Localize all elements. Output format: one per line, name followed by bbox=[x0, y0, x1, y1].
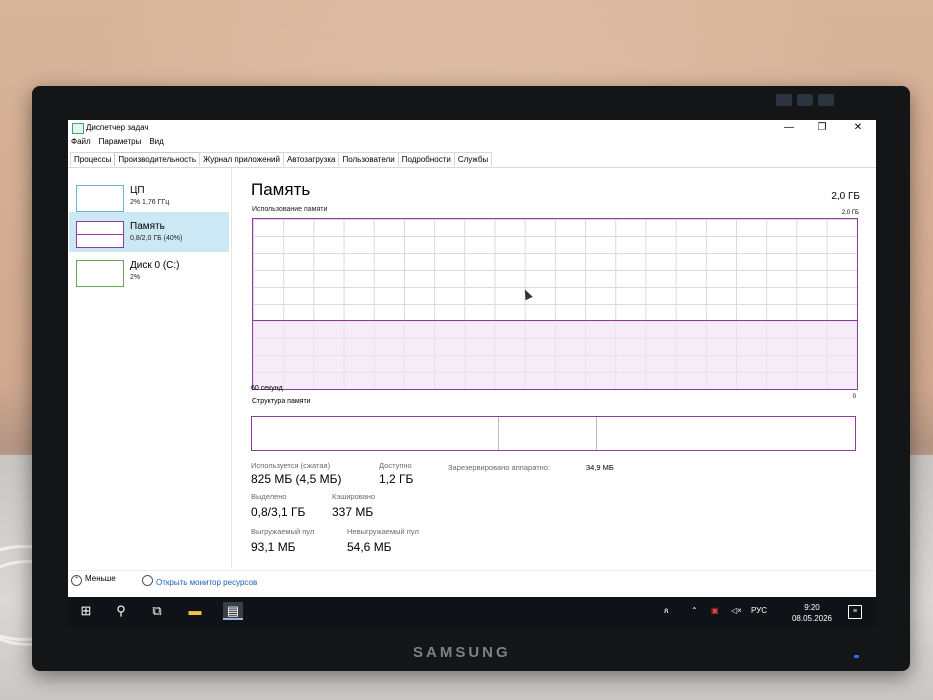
minimize-button[interactable]: — bbox=[776, 122, 802, 133]
tab-users[interactable]: Пользователи bbox=[338, 152, 399, 166]
memory-structure-label: Структура памяти bbox=[252, 398, 311, 405]
committed-value: 0,8/3,1 ГБ bbox=[251, 505, 306, 519]
title-bar: Диспетчер задач — ❐ ✕ bbox=[68, 120, 876, 136]
fewer-details-button[interactable]: ⌃ Меньше bbox=[71, 574, 116, 586]
chevron-up-icon: ⌃ bbox=[71, 575, 82, 586]
paged-pool-label: Выгружаемый пул bbox=[251, 527, 315, 536]
time-span-label: 60 секунд bbox=[251, 385, 283, 392]
hardware-reserved-value: 34,9 МБ bbox=[586, 463, 614, 472]
structure-segment-free bbox=[597, 417, 855, 450]
power-led bbox=[854, 655, 859, 658]
system-clock[interactable]: 9:20 08.05.2026 bbox=[792, 602, 832, 624]
tab-services[interactable]: Службы bbox=[453, 152, 493, 166]
resource-detail: 0,8/2,0 ГБ (40%) bbox=[130, 235, 183, 242]
structure-segment-standby bbox=[499, 417, 597, 450]
memory-usage-graph bbox=[252, 218, 858, 390]
menu-options[interactable]: Параметры bbox=[99, 137, 142, 149]
resource-detail: 2% bbox=[130, 274, 141, 281]
screen: Диспетчер задач — ❐ ✕ Файл Параметры Вид… bbox=[68, 120, 876, 626]
tab-processes[interactable]: Процессы bbox=[70, 152, 116, 166]
people-icon[interactable]: ጸ bbox=[664, 606, 669, 616]
resource-monitor-icon bbox=[142, 575, 153, 586]
tab-performance[interactable]: Производительность bbox=[114, 152, 200, 166]
memory-usage-label: Использование памяти bbox=[252, 206, 328, 213]
close-button[interactable]: ✕ bbox=[845, 122, 871, 133]
task-manager-icon bbox=[72, 123, 84, 134]
memory-sparkline bbox=[76, 221, 124, 248]
resource-item-cpu[interactable]: ЦП 2% 1,76 ГГц bbox=[69, 176, 229, 216]
action-center-icon[interactable]: ≡ bbox=[848, 605, 862, 619]
structure-segment-in-use bbox=[252, 417, 500, 450]
tab-app-history[interactable]: Журнал приложений bbox=[199, 152, 284, 166]
in-use-value: 825 МБ (4,5 МБ) bbox=[251, 472, 342, 486]
hardware-reserved-label: Зарезервировано аппаратно: bbox=[448, 463, 551, 472]
disk-sparkline bbox=[76, 260, 124, 287]
resource-item-disk[interactable]: Диск 0 (C:) 2% bbox=[69, 251, 229, 291]
cached-label: Кэшировано bbox=[332, 492, 376, 501]
menu-file[interactable]: Файл bbox=[71, 137, 91, 149]
cpu-sparkline bbox=[76, 185, 124, 212]
taskbar: ⊞ ⚲ ⧉ ▬ ▤ ጸ ⌃ ▣ ◁× РУС 9:20 08.05.2026 ≡ bbox=[68, 597, 876, 626]
memory-composition-bar bbox=[251, 416, 856, 451]
resource-name: Память bbox=[130, 221, 165, 232]
monitor-brand-logo: SAMSUNG bbox=[413, 644, 511, 661]
network-icon[interactable]: ▣ bbox=[711, 606, 719, 615]
memory-total: 2,0 ГБ bbox=[831, 191, 860, 202]
resource-name: ЦП bbox=[130, 185, 145, 196]
tab-startup[interactable]: Автозагрузка bbox=[282, 152, 340, 166]
clock-time: 9:20 bbox=[804, 603, 820, 612]
chart-max-label: 2,0 ГБ bbox=[841, 210, 859, 216]
maximize-button[interactable]: ❐ bbox=[809, 122, 835, 133]
monitor-top-buttons bbox=[776, 94, 834, 106]
fewer-details-label: Меньше bbox=[85, 574, 116, 583]
resource-name: Диск 0 (C:) bbox=[130, 260, 180, 271]
menu-view[interactable]: Вид bbox=[149, 137, 163, 149]
tray-up-chevron-icon[interactable]: ⌃ bbox=[691, 606, 698, 615]
nonpaged-pool-value: 54,6 МБ bbox=[347, 540, 392, 554]
open-resource-monitor-label: Открыть монитор ресурсов bbox=[156, 578, 258, 587]
memory-usage-fill bbox=[253, 320, 857, 389]
window-title: Диспетчер задач bbox=[86, 123, 149, 132]
clock-date: 08.05.2026 bbox=[791, 614, 832, 623]
paged-pool-value: 93,1 МБ bbox=[251, 540, 296, 554]
input-language[interactable]: РУС bbox=[751, 606, 767, 615]
tab-details[interactable]: Подробности bbox=[397, 152, 455, 166]
available-value: 1,2 ГБ bbox=[379, 472, 414, 486]
file-explorer-icon[interactable]: ▬ bbox=[185, 602, 205, 620]
volume-muted-icon[interactable]: ◁× bbox=[731, 606, 742, 615]
task-view-icon[interactable]: ⧉ bbox=[147, 602, 167, 620]
nonpaged-pool-label: Невыгружаемый пул bbox=[347, 527, 419, 536]
resource-detail: 2% 1,76 ГГц bbox=[130, 199, 170, 206]
start-windows-icon[interactable]: ⊞ bbox=[76, 602, 96, 620]
available-label: Доступно bbox=[379, 461, 412, 470]
chart-zero-label: 0 bbox=[852, 394, 856, 400]
resource-list: ЦП 2% 1,76 ГГц Память 0,8/2,0 ГБ (40%) Д… bbox=[68, 168, 232, 568]
resource-item-memory[interactable]: Память 0,8/2,0 ГБ (40%) bbox=[69, 212, 229, 252]
menu-bar: Файл Параметры Вид bbox=[71, 137, 164, 149]
in-use-label: Используется (сжатая) bbox=[251, 461, 331, 470]
committed-label: Выделено bbox=[251, 492, 287, 501]
tab-bar: Процессы Производительность Журнал прило… bbox=[70, 152, 493, 166]
task-manager-taskbar-icon[interactable]: ▤ bbox=[223, 602, 243, 620]
search-icon[interactable]: ⚲ bbox=[111, 602, 131, 620]
open-resource-monitor-link[interactable]: Открыть монитор ресурсов bbox=[142, 575, 257, 587]
cached-value: 337 МБ bbox=[332, 505, 374, 519]
page-title: Память bbox=[251, 180, 311, 199]
